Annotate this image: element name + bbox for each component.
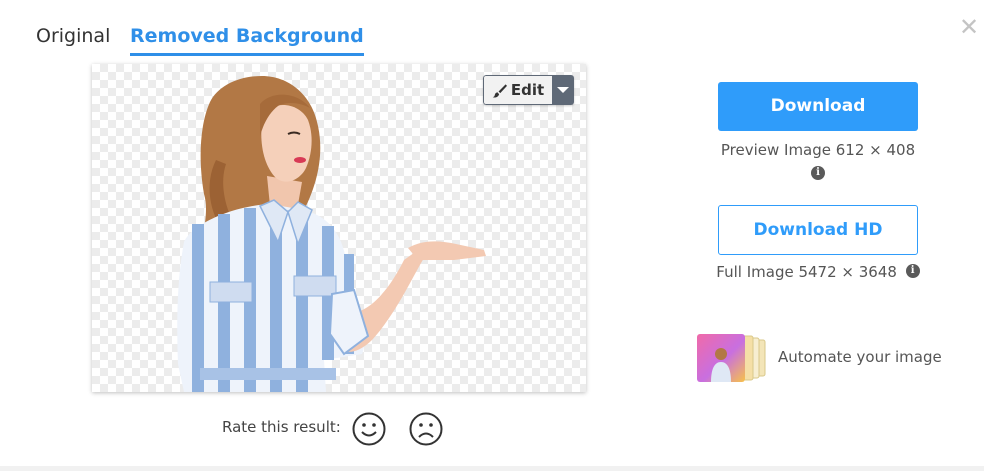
info-icon[interactable]: i bbox=[811, 166, 825, 180]
full-image-info-text: Full Image 5472 × 3648 bbox=[716, 263, 897, 281]
subject-image bbox=[177, 76, 486, 392]
edit-dropdown-button[interactable] bbox=[552, 75, 574, 105]
edit-label: Edit bbox=[510, 81, 545, 99]
sad-face-icon[interactable] bbox=[409, 412, 443, 446]
caret-down-icon bbox=[557, 87, 569, 93]
rating-label: Rate this result: bbox=[222, 418, 341, 436]
edit-button[interactable]: Edit bbox=[483, 75, 552, 105]
download-button[interactable]: Download bbox=[718, 82, 918, 131]
full-image-info: Full Image 5472 × 3648 i bbox=[700, 262, 936, 282]
tab-removed-background[interactable]: Removed Background bbox=[130, 22, 364, 56]
smiley-face-icon[interactable] bbox=[352, 412, 386, 446]
tab-original[interactable]: Original bbox=[36, 22, 110, 50]
automate-thumbnail-icon bbox=[697, 334, 766, 382]
close-icon[interactable]: ✕ bbox=[958, 15, 980, 39]
result-preview: Edit bbox=[92, 64, 586, 392]
brush-icon bbox=[492, 83, 507, 97]
preview-image-info: Preview Image 612 × 408 bbox=[720, 141, 916, 159]
info-icon[interactable]: i bbox=[905, 264, 920, 278]
download-hd-button[interactable]: Download HD bbox=[718, 205, 918, 255]
edit-control: Edit bbox=[483, 75, 574, 105]
result-panel: Original Removed Background ✕ Edit Rate … bbox=[0, 0, 984, 466]
automate-label: Automate your image bbox=[778, 348, 942, 366]
